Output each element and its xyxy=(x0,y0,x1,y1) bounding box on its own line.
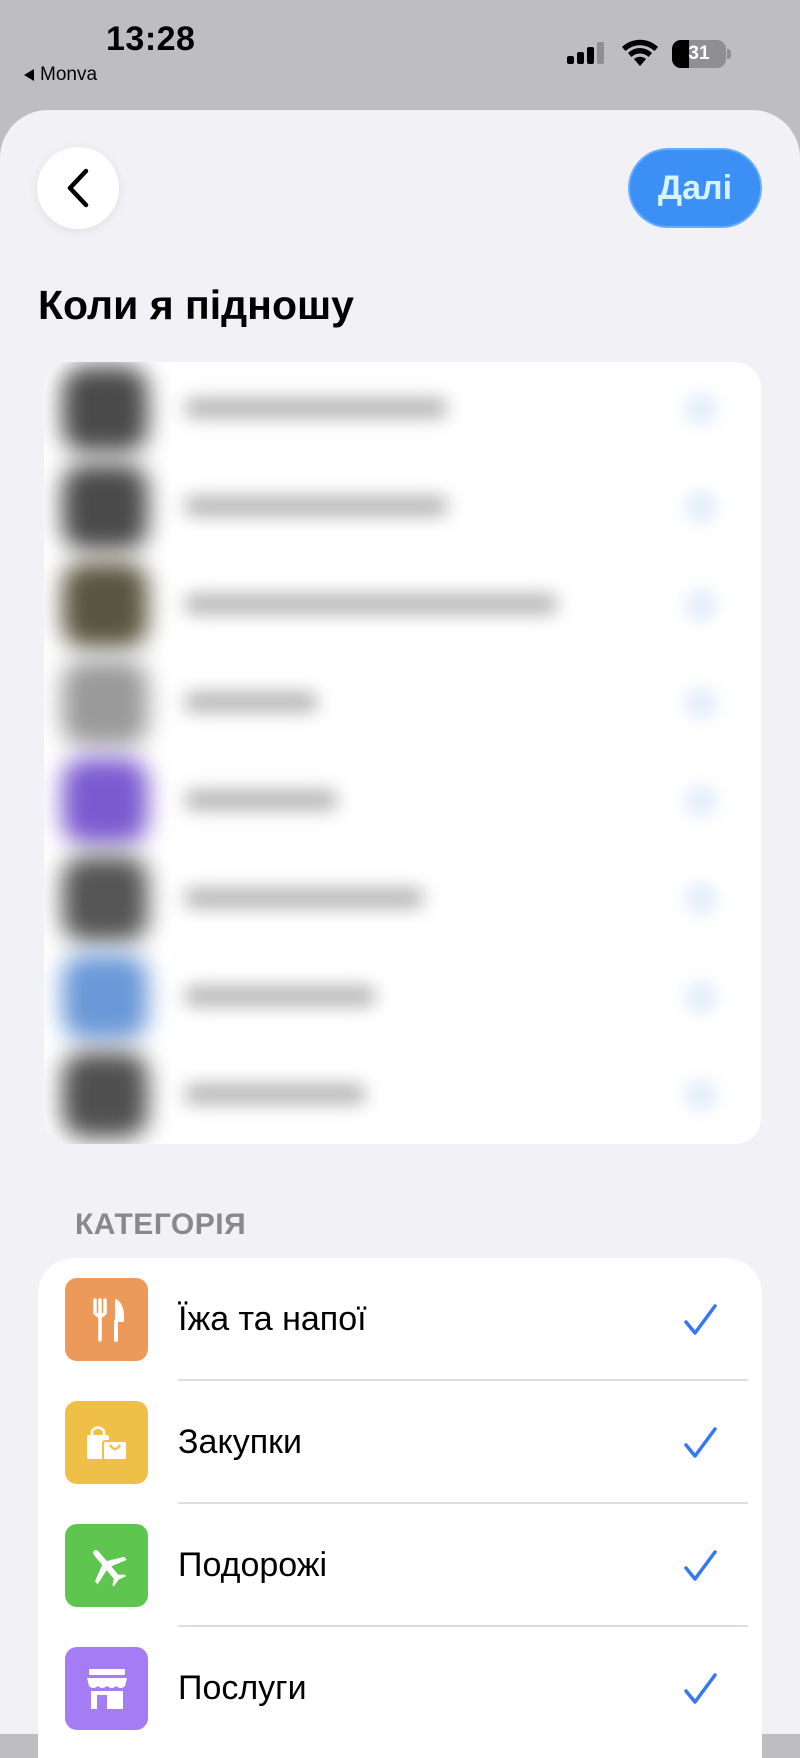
battery-level: 31 xyxy=(688,43,710,64)
page-title: Коли я підношу xyxy=(38,282,354,328)
merchants-list xyxy=(44,362,761,1144)
merchant-row[interactable] xyxy=(44,950,761,1048)
merchant-logo-icon xyxy=(62,856,148,942)
back-button[interactable] xyxy=(37,147,119,229)
checkmark-icon xyxy=(684,490,718,524)
back-to-app-link[interactable]: Monva xyxy=(24,64,97,86)
shopping-bags-icon xyxy=(65,1401,148,1484)
checkmark-icon xyxy=(684,980,718,1014)
battery-tip xyxy=(727,49,731,59)
merchant-logo-icon xyxy=(62,954,148,1040)
back-triangle-icon xyxy=(24,69,34,81)
checkmark-icon xyxy=(684,588,718,622)
category-row-shopping[interactable]: Закупки xyxy=(38,1381,762,1504)
modal-sheet: Далі Коли я підношу КАТЕГОРІЯ Їжа та нап… xyxy=(0,110,800,1758)
merchant-name-blurred xyxy=(184,986,376,1006)
merchant-name-blurred xyxy=(184,496,448,516)
merchant-name-blurred xyxy=(184,398,448,418)
checkmark-icon xyxy=(684,1078,718,1112)
storefront-icon xyxy=(65,1647,148,1730)
merchant-row[interactable] xyxy=(44,754,761,852)
merchant-name-blurred xyxy=(184,594,558,614)
merchant-logo-icon xyxy=(62,758,148,844)
merchant-logo-icon xyxy=(62,562,148,648)
fork-knife-icon xyxy=(65,1278,148,1361)
merchant-row[interactable] xyxy=(44,362,761,460)
checkmark-icon xyxy=(684,882,718,916)
airplane-icon xyxy=(65,1524,148,1607)
merchant-name-blurred xyxy=(184,692,318,712)
category-row-food[interactable]: Їжа та напої xyxy=(38,1258,762,1381)
merchant-name-blurred xyxy=(184,1084,366,1104)
merchant-row[interactable] xyxy=(44,558,761,656)
merchant-logo-icon xyxy=(62,464,148,550)
category-list: Їжа та напої Закупки Подорожі Послуги xyxy=(38,1258,762,1758)
merchant-logo-icon xyxy=(62,660,148,746)
category-row-travel[interactable]: Подорожі xyxy=(38,1504,762,1627)
checkmark-icon xyxy=(684,686,718,720)
merchant-row[interactable] xyxy=(44,1048,761,1144)
battery-icon: 31 xyxy=(672,40,726,68)
merchant-row[interactable] xyxy=(44,852,761,950)
merchant-row[interactable] xyxy=(44,460,761,558)
category-section-label: КАТЕГОРІЯ xyxy=(75,1208,247,1241)
status-time: 13:28 xyxy=(106,20,196,58)
merchant-row[interactable] xyxy=(44,656,761,754)
checkmark-icon xyxy=(684,1304,717,1335)
category-label: Послуги xyxy=(178,1669,307,1707)
next-button[interactable]: Далі xyxy=(628,148,762,228)
checkmark-icon xyxy=(684,1550,717,1581)
cellular-signal-icon xyxy=(567,42,604,64)
merchant-name-blurred xyxy=(184,888,424,908)
back-app-label: Monva xyxy=(40,64,98,85)
category-label: Подорожі xyxy=(178,1546,328,1584)
category-label: Їжа та напої xyxy=(178,1300,367,1338)
category-label: Закупки xyxy=(178,1423,302,1461)
merchant-logo-icon xyxy=(62,366,148,452)
checkmark-icon xyxy=(684,1427,717,1458)
wifi-icon xyxy=(622,39,658,66)
checkmark-icon xyxy=(684,1673,717,1704)
category-row-services[interactable]: Послуги xyxy=(38,1627,762,1750)
status-bar: 13:28 Monva 31 xyxy=(0,0,800,110)
merchant-name-blurred xyxy=(184,790,338,810)
chevron-left-icon xyxy=(67,168,89,208)
checkmark-icon xyxy=(684,784,718,818)
checkmark-icon xyxy=(684,392,718,426)
merchant-logo-icon xyxy=(62,1052,148,1138)
